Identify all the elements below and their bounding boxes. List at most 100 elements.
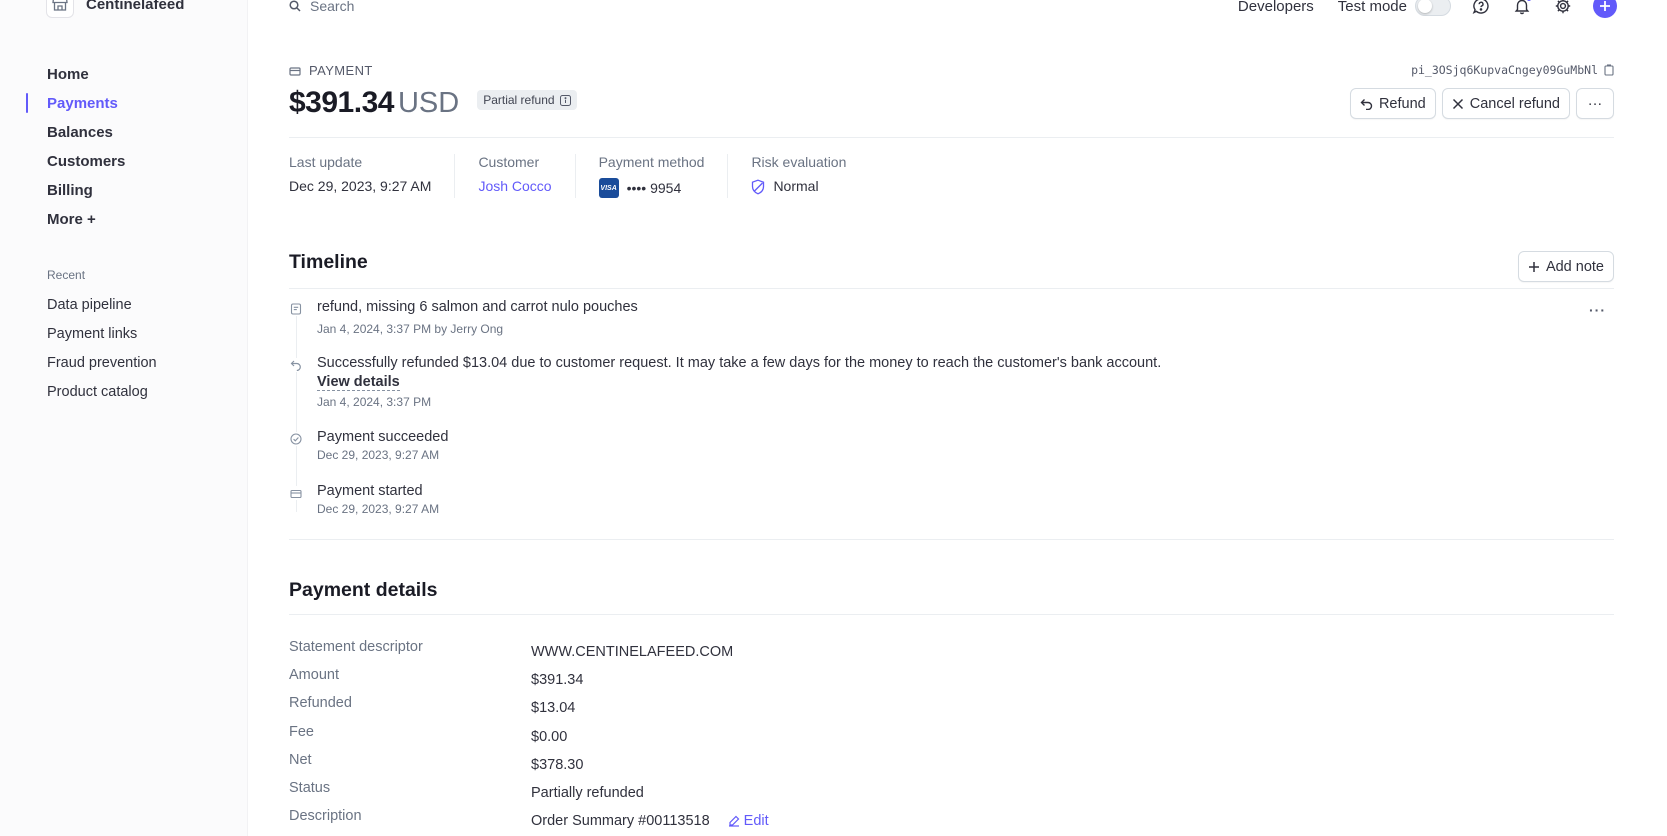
risk-field: Risk evaluation Normal — [727, 154, 869, 198]
amount-row: $391.34 USD Partial refund — [289, 86, 577, 120]
account-name: Centinelafeed — [86, 0, 185, 13]
edit-icon — [728, 815, 740, 827]
detail-value: $391.34 — [531, 672, 584, 689]
timeline-event-time: Jan 4, 2024, 3:37 PM — [317, 395, 432, 409]
payment-currency: USD — [397, 87, 460, 119]
customer-label: Customer — [478, 154, 540, 170]
gear-icon[interactable] — [1552, 0, 1574, 17]
help-icon[interactable] — [1470, 0, 1492, 17]
search-placeholder: Search — [310, 0, 355, 14]
visa-icon: VISA — [598, 178, 619, 198]
sidebar: Centinelafeed Home Payments Balances Cus… — [0, 0, 248, 836]
recent-product-catalog[interactable]: Product catalog — [47, 383, 157, 412]
cancel-refund-label: Cancel refund — [1469, 95, 1560, 112]
topbar-actions: Developers Test mode — [1238, 0, 1617, 18]
detail-row: Refunded $13.04 — [289, 694, 769, 722]
detail-row: Statement descriptor WWW.CENTINELAFEED.C… — [289, 638, 769, 666]
payment-method-label: Payment method — [598, 154, 705, 170]
nav-customers[interactable]: Customers — [47, 151, 125, 180]
payment-actions: Refund Cancel refund ··· — [1349, 88, 1614, 119]
timeline-rail — [296, 312, 297, 512]
payment-amount: $391.34 — [289, 86, 394, 119]
description-text: Order Summary #00113518 — [531, 813, 710, 830]
payment-id[interactable]: pi_3OSjq6KupvaCngey09GuMbNl — [1411, 63, 1614, 77]
more-actions-button[interactable]: ··· — [1576, 88, 1614, 119]
detail-value: $0.00 — [531, 728, 568, 745]
detail-value: $378.30 — [531, 756, 584, 773]
timeline-end-divider — [289, 539, 1614, 540]
copy-icon[interactable] — [1604, 64, 1614, 76]
recent-fraud-prevention[interactable]: Fraud prevention — [47, 354, 157, 383]
search-bar[interactable]: Search — [289, 0, 354, 14]
detail-row: Description Order Summary #00113518 Edit — [289, 807, 769, 835]
detail-value: WWW.CENTINELAFEED.COM — [531, 644, 734, 661]
recent-list: Data pipeline Payment links Fraud preven… — [47, 296, 157, 412]
timeline-event-text: refund, missing 6 salmon and carrot nulo… — [317, 299, 638, 315]
refund-button-label: Refund — [1378, 95, 1426, 112]
add-note-button[interactable]: Add note — [1517, 251, 1614, 282]
recent-payment-links[interactable]: Payment links — [47, 325, 157, 354]
developers-link[interactable]: Developers — [1238, 0, 1314, 15]
search-icon — [289, 0, 301, 12]
timeline-event-text: Payment succeeded — [317, 429, 449, 445]
customer-link[interactable]: Josh Cocco — [478, 178, 551, 195]
detail-label: Amount — [289, 667, 339, 684]
timeline-divider — [289, 288, 1614, 289]
nav-home[interactable]: Home — [47, 64, 125, 93]
check-icon — [289, 432, 303, 446]
shield-icon — [752, 179, 765, 195]
payment-method-field: Payment method VISA •••• 9954 — [574, 154, 728, 198]
nav-payments[interactable]: Payments — [25, 93, 125, 122]
detail-row: Net $378.30 — [289, 751, 769, 779]
nav-billing[interactable]: Billing — [47, 180, 125, 209]
last-update-label: Last update — [289, 154, 363, 170]
detail-value-description: Order Summary #00113518 Edit — [531, 807, 769, 835]
test-mode-label: Test mode — [1337, 0, 1407, 15]
payment-kicker-label: PAYMENT — [309, 63, 373, 78]
test-mode-toggle[interactable] — [1415, 0, 1451, 16]
timeline-event-time: Jan 4, 2024, 3:37 PM by Jerry Ong — [317, 322, 504, 336]
detail-value: $13.04 — [531, 700, 576, 717]
account-switcher[interactable]: Centinelafeed — [46, 0, 184, 18]
plus-icon — [1528, 261, 1539, 272]
create-plus-icon[interactable] — [1593, 0, 1617, 18]
timeline-event-time: Dec 29, 2023, 9:27 AM — [317, 448, 440, 462]
nav-balances[interactable]: Balances — [47, 122, 125, 151]
header-divider — [289, 137, 1614, 138]
detail-label: Net — [289, 751, 312, 768]
timeline-event-text: Payment started — [317, 483, 423, 499]
risk-value[interactable]: Normal — [751, 178, 846, 195]
view-details-link[interactable]: View details — [317, 374, 400, 391]
recent-heading: Recent — [47, 268, 86, 282]
edit-description-button[interactable]: Edit — [728, 812, 769, 830]
bell-icon[interactable] — [1511, 0, 1533, 17]
last-update-value: Dec 29, 2023, 9:27 AM — [289, 178, 432, 194]
detail-label: Description — [289, 808, 362, 825]
card-last4: •••• 9954 — [626, 179, 682, 196]
main-nav: Home Payments Balances Customers Billing… — [25, 64, 125, 238]
refund-button[interactable]: Refund — [1349, 88, 1436, 119]
risk-label: Risk evaluation — [751, 154, 847, 170]
edit-label: Edit — [743, 813, 769, 830]
detail-row: Fee $0.00 — [289, 723, 769, 751]
test-mode-control: Test mode — [1338, 0, 1451, 16]
cancel-refund-button[interactable]: Cancel refund — [1441, 88, 1570, 119]
timeline-event-time: Dec 29, 2023, 9:27 AM — [317, 502, 440, 516]
refund-icon — [289, 358, 303, 372]
close-icon — [1452, 98, 1463, 109]
detail-label: Fee — [289, 723, 314, 740]
payment-id-text: pi_3OSjq6KupvaCngey09GuMbNl — [1411, 63, 1598, 77]
info-icon — [559, 94, 571, 106]
payment-card-icon — [289, 66, 301, 76]
nav-more[interactable]: More + — [47, 209, 125, 238]
timeline-event-text: Successfully refunded $13.04 due to cust… — [317, 355, 1162, 371]
last-update-field: Last update Dec 29, 2023, 9:27 AM — [289, 154, 454, 198]
payment-details-list: Statement descriptor WWW.CENTINELAFEED.C… — [289, 638, 769, 835]
status-badge[interactable]: Partial refund — [477, 90, 577, 110]
card-icon — [289, 486, 303, 500]
detail-value: Partially refunded — [531, 785, 644, 802]
recent-data-pipeline[interactable]: Data pipeline — [47, 296, 157, 325]
timeline-more-icon[interactable]: ··· — [1589, 302, 1606, 318]
status-badge-label: Partial refund — [483, 93, 555, 107]
payment-kicker: PAYMENT — [289, 63, 373, 78]
